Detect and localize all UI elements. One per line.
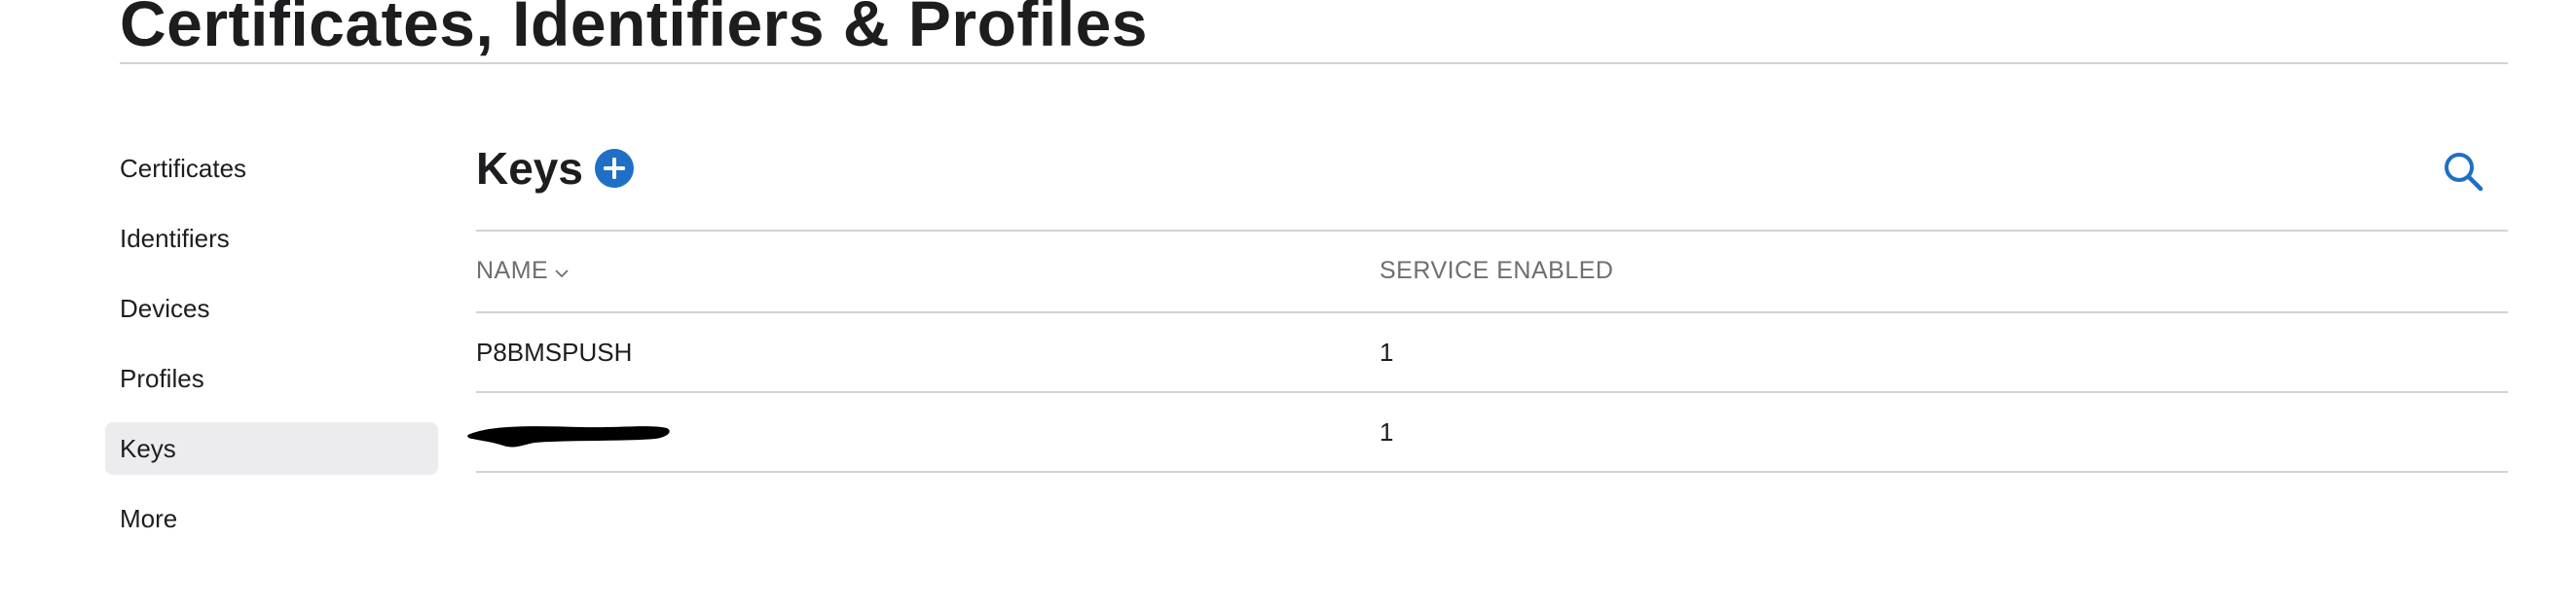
sidebar-item-label: Keys bbox=[120, 433, 176, 463]
sidebar-item-profiles[interactable]: Profiles bbox=[105, 352, 438, 405]
column-header-service-enabled[interactable]: SERVICE ENABLED bbox=[1380, 257, 1613, 285]
sidebar-item-label: Certificates bbox=[120, 153, 247, 183]
plus-circle-icon bbox=[604, 158, 625, 179]
column-header-label: NAME bbox=[476, 257, 549, 284]
add-key-button[interactable] bbox=[595, 149, 634, 188]
column-header-name[interactable]: NAME bbox=[476, 257, 570, 286]
sidebar-item-identifiers[interactable]: Identifiers bbox=[105, 212, 438, 265]
sidebar-item-label: Profiles bbox=[120, 363, 204, 393]
sidebar-item-devices[interactable]: Devices bbox=[105, 282, 438, 335]
table-header: NAME SERVICE ENABLED bbox=[476, 232, 2508, 313]
sidebar-item-keys[interactable]: Keys bbox=[105, 422, 438, 475]
sidebar-item-certificates[interactable]: Certificates bbox=[105, 142, 438, 195]
section-header: Keys bbox=[476, 136, 2508, 232]
sidebar-item-more[interactable]: More bbox=[105, 492, 438, 545]
sidebar-item-label: More bbox=[120, 503, 178, 533]
service-enabled-count: 1 bbox=[1380, 417, 1394, 447]
chevron-down-icon bbox=[554, 258, 570, 286]
sidebar-item-label: Identifiers bbox=[120, 223, 230, 253]
table-row[interactable]: P8BMSPUSH 1 bbox=[476, 313, 2508, 393]
sidebar-item-label: Devices bbox=[120, 293, 210, 323]
search-button[interactable] bbox=[2440, 148, 2486, 195]
page: Certificates, Identifiers & Profiles Cer… bbox=[0, 0, 2576, 611]
sidebar-nav: Certificates Identifiers Devices Profile… bbox=[105, 142, 438, 562]
redaction-mark bbox=[467, 426, 670, 448]
key-name: P8BMSPUSH bbox=[476, 338, 633, 367]
table-row[interactable]: 1 bbox=[467, 393, 2508, 473]
main-content: Keys NAME SERVICE ENABLED P8BMSPUSH 1 1 bbox=[467, 136, 2508, 473]
title-divider bbox=[120, 62, 2508, 64]
section-title: Keys bbox=[476, 143, 583, 194]
search-icon bbox=[2445, 153, 2484, 192]
service-enabled-count: 1 bbox=[1380, 338, 1394, 367]
page-title: Certificates, Identifiers & Profiles bbox=[120, 0, 1148, 59]
